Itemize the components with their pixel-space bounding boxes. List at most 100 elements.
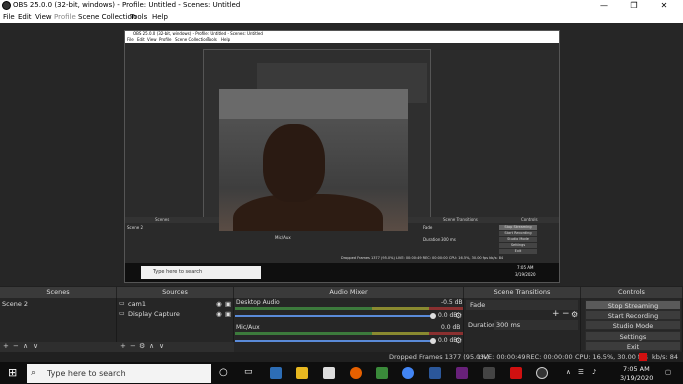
source-settings-gear-icon[interactable]: ⚙ xyxy=(139,342,145,350)
menu-tools[interactable]: Tools xyxy=(130,13,147,21)
monitor-icon: ▭ xyxy=(119,310,125,317)
nested-mic: Mic/Aux xyxy=(275,235,291,240)
notification-icon[interactable]: ▢ xyxy=(665,368,671,376)
live-time: LIVE: 00:00:49 xyxy=(478,353,526,361)
nested-duration: Duration xyxy=(423,237,441,242)
pdf-icon[interactable] xyxy=(510,367,522,379)
visual-studio-icon[interactable] xyxy=(456,367,468,379)
nested-ctl-1: Start Recording xyxy=(499,231,537,236)
nested-menu-bar: File Edit View Profile Scene Collection … xyxy=(125,37,559,43)
nested-transitions-header: Scene Transitions xyxy=(443,217,478,222)
volume-icon[interactable]: ♪ xyxy=(592,368,596,376)
window-title: OBS 25.0.0 (32-bit, windows) - Profile: … xyxy=(13,1,241,9)
mail-icon[interactable] xyxy=(323,367,335,379)
scene-up-button[interactable]: ∧ xyxy=(23,342,28,350)
scene-down-button[interactable]: ∨ xyxy=(33,342,38,350)
cpu-usage: CPU: 16.5%, 30.00 fps xyxy=(575,353,648,361)
bitrate: kb/s: 84 xyxy=(652,353,678,361)
track-settings-gear-icon[interactable]: ⚙ xyxy=(455,311,462,320)
transitions-dock-header: Scene Transitions xyxy=(464,287,581,298)
windows-start-icon[interactable]: ⊞ xyxy=(8,367,19,378)
chrome-icon[interactable] xyxy=(402,367,414,379)
firefox-icon[interactable] xyxy=(350,367,362,379)
add-scene-button[interactable]: + xyxy=(3,342,9,350)
visibility-eye-icon[interactable]: ◉ xyxy=(216,309,222,319)
windows-taskbar: ⊞ Type here to search ⌕ ○ ▭ ∧ ☰ ♪ 7:05 A… xyxy=(0,362,683,384)
clock-time[interactable]: 7:05 AM xyxy=(623,365,650,373)
track-settings-gear-icon[interactable]: ⚙ xyxy=(455,336,462,345)
duration-input[interactable]: 300 ms xyxy=(494,320,578,330)
volume-meter xyxy=(235,307,463,310)
track-name: Desktop Audio xyxy=(236,299,280,306)
edge-icon[interactable] xyxy=(270,367,282,379)
remove-transition-button[interactable]: − xyxy=(562,309,570,319)
track-name: Mic/Aux xyxy=(236,324,260,331)
nested-menu-view: View xyxy=(147,37,157,42)
nested-search-box: Type here to search xyxy=(141,266,261,279)
close-button[interactable]: ✕ xyxy=(649,0,679,12)
sources-dock-header: Sources xyxy=(117,287,234,298)
clock-date[interactable]: 3/19/2020 xyxy=(620,374,653,382)
track-db: 0.0 dB xyxy=(441,324,461,331)
rec-time: REC: 00:00:00 xyxy=(526,353,573,361)
task-view-icon[interactable]: ▭ xyxy=(244,367,253,377)
visibility-eye-icon[interactable]: ◉ xyxy=(216,299,222,309)
menu-help[interactable]: Help xyxy=(152,13,168,21)
mixer-dock-header: Audio Mixer xyxy=(234,287,464,298)
source-down-button[interactable]: ∨ xyxy=(159,342,164,350)
word-icon[interactable] xyxy=(429,367,441,379)
nested-menu-profile: Profile xyxy=(159,37,172,42)
live-indicator-icon xyxy=(639,353,647,361)
volume-slider[interactable] xyxy=(235,315,433,317)
maximize-button[interactable]: ❐ xyxy=(619,0,649,12)
nested-ctl-3: Settings xyxy=(499,243,537,248)
nested-ctl-0: Stop Streaming xyxy=(499,225,537,230)
source-up-button[interactable]: ∧ xyxy=(149,342,154,350)
nested-duration-value: 300 ms xyxy=(441,237,456,242)
track-db: -0.5 dB xyxy=(441,299,463,306)
nested-taskbar: Type here to search 7:05 AM 3/19/2020 xyxy=(125,263,559,282)
webcam-background xyxy=(219,89,408,119)
source-item-cam1[interactable]: ▭ cam1 ◉ ▣ xyxy=(118,299,232,309)
volume-slider-knob[interactable] xyxy=(430,313,436,319)
nested-menu-file: File xyxy=(127,37,134,42)
add-transition-button[interactable]: + xyxy=(552,309,560,319)
source-item-display-capture[interactable]: ▭ Display Capture ◉ ▣ xyxy=(118,309,232,319)
menu-scene-collection[interactable]: Scene Collection xyxy=(78,13,136,21)
menu-file[interactable]: File xyxy=(3,13,15,21)
volume-slider[interactable] xyxy=(235,340,433,342)
studio-mode-button[interactable]: Studio Mode xyxy=(585,320,681,330)
file-explorer-icon[interactable] xyxy=(296,367,308,379)
source-label: cam1 xyxy=(128,300,147,308)
nested-title: OBS 25.0.0 (32-bit, windows) - Profile: … xyxy=(133,31,263,36)
transition-settings-gear-icon[interactable]: ⚙ xyxy=(571,310,578,319)
nested-time: 7:05 AM xyxy=(517,265,534,270)
start-recording-button[interactable]: Start Recording xyxy=(585,310,681,320)
obs-taskbar-icon[interactable] xyxy=(536,367,548,379)
scene-item[interactable]: Scene 2 xyxy=(0,299,116,309)
minimize-button[interactable]: — xyxy=(589,0,619,12)
nested-status: Dropped Frames 1377 (95.0%) LIVE: 00:00:… xyxy=(341,256,504,260)
menu-view[interactable]: View xyxy=(35,13,52,21)
remove-source-button[interactable]: − xyxy=(130,342,136,350)
network-icon[interactable]: ☰ xyxy=(578,368,584,376)
app-icon[interactable] xyxy=(483,367,495,379)
lock-icon[interactable]: ▣ xyxy=(225,309,231,319)
nested-fade: Fade xyxy=(423,225,433,230)
add-source-button[interactable]: + xyxy=(120,342,126,350)
taskbar-search-box[interactable]: Type here to search xyxy=(27,364,211,383)
menu-profile[interactable]: Profile xyxy=(54,13,76,21)
menu-edit[interactable]: Edit xyxy=(18,13,32,21)
settings-button[interactable]: Settings xyxy=(585,331,681,341)
nested-controls-header: Controls xyxy=(521,217,538,222)
tray-arrow-icon[interactable]: ∧ xyxy=(566,368,571,376)
remove-scene-button[interactable]: − xyxy=(13,342,19,350)
volume-slider-knob[interactable] xyxy=(430,338,436,344)
exit-button[interactable]: Exit xyxy=(585,341,681,351)
cortana-icon[interactable]: ○ xyxy=(219,367,228,378)
nested-menu-tools: Tools xyxy=(207,37,217,42)
store-icon[interactable] xyxy=(376,367,388,379)
nested-menu-scene-collection: Scene Collection xyxy=(175,37,209,42)
lock-icon[interactable]: ▣ xyxy=(225,299,231,309)
stop-streaming-button[interactable]: Stop Streaming xyxy=(585,300,681,310)
